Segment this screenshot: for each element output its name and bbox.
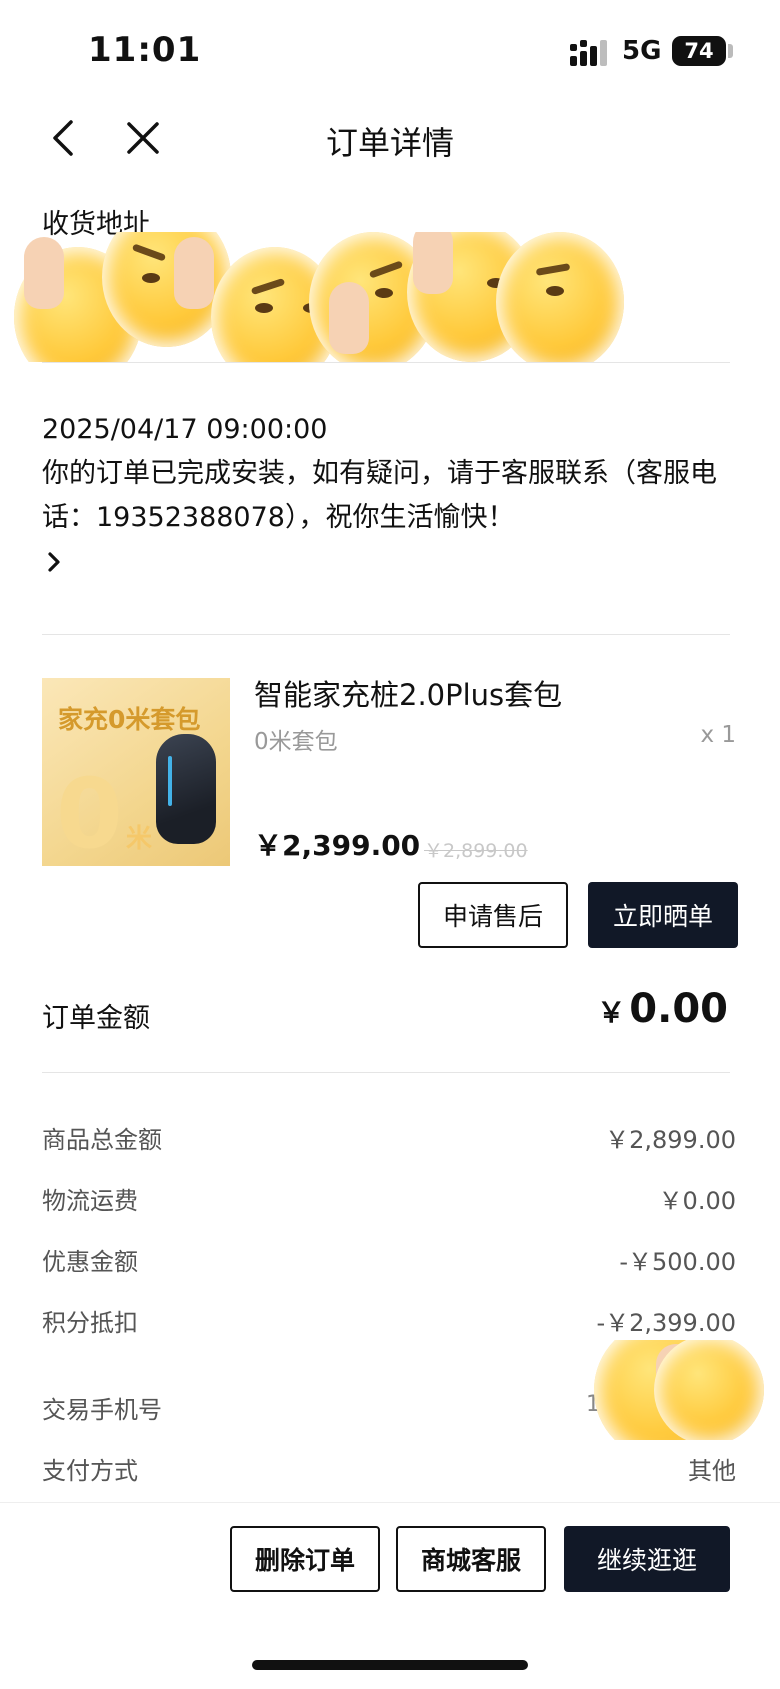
- page-title: 订单详情: [325, 124, 454, 162]
- summary-row-label: 优惠金额: [42, 1248, 138, 1276]
- summary-row-value: ￥2,899.00: [605, 1126, 736, 1154]
- battery-tip: [728, 44, 733, 58]
- order-notice: 2025/04/17 09:00:00 你的订单已完成安装，如有疑问，请于客服联…: [42, 408, 732, 540]
- product-variant: 0米套包: [254, 729, 338, 755]
- emoji-sticker: [495, 232, 624, 362]
- expand-notice-button[interactable]: [34, 542, 74, 582]
- summary-row-value: -￥2,399.00: [596, 1309, 736, 1337]
- product-quantity: x 1: [700, 722, 736, 748]
- mall-service-button[interactable]: 商城客服: [396, 1526, 546, 1592]
- summary-row-value: 其他: [688, 1457, 736, 1485]
- divider: [42, 1072, 730, 1073]
- order-amount-currency: ￥: [597, 996, 626, 1029]
- product-image-zero: 0: [56, 758, 123, 866]
- continue-shopping-button[interactable]: 继续逛逛: [564, 1526, 730, 1592]
- summary-row-value: ￥0.00: [658, 1187, 736, 1215]
- battery-icon: 74: [672, 36, 726, 66]
- order-amount-value: 0.00: [629, 986, 728, 1032]
- address-redaction-stickers: [14, 232, 624, 362]
- charger-illustration: [156, 734, 216, 844]
- product-price: ￥2,399.00: [254, 829, 421, 862]
- notice-datetime: 2025/04/17 09:00:00: [42, 414, 328, 445]
- order-amount: ￥ 0.00: [597, 986, 728, 1032]
- emoji-sticker: [654, 1340, 764, 1440]
- summary-row-label: 支付方式: [42, 1457, 138, 1485]
- product-image-unit: 米: [126, 824, 153, 854]
- summary-row-label: 商品总金额: [42, 1126, 162, 1154]
- phone-redaction-sticker: [584, 1340, 780, 1440]
- status-time: 11:01: [88, 30, 202, 70]
- summary-row-label: 物流运费: [42, 1187, 138, 1215]
- delete-order-button[interactable]: 删除订单: [230, 1526, 380, 1592]
- share-order-button[interactable]: 立即晒单: [588, 882, 738, 948]
- network-type: 5G: [622, 36, 662, 66]
- signal-icon: [570, 40, 607, 66]
- summary-row-label: 积分抵扣: [42, 1309, 138, 1337]
- summary-row-label: 交易手机号: [42, 1396, 162, 1424]
- battery-level: 74: [684, 39, 714, 63]
- after-sales-button[interactable]: 申请售后: [418, 882, 568, 948]
- chevron-right-icon: [48, 552, 60, 572]
- product-original-price: ￥2,899.00: [424, 840, 528, 862]
- home-indicator: [252, 1660, 528, 1670]
- product-name[interactable]: 智能家充桩2.0Plus套包: [254, 672, 562, 714]
- product-image[interactable]: 家充0米套包 0 米: [42, 678, 230, 866]
- notice-message: 你的订单已完成安装，如有疑问，请于客服联系（客服电话：19352388078），…: [42, 458, 717, 533]
- product-image-title: 家充0米套包: [58, 705, 201, 734]
- divider: [42, 634, 730, 635]
- order-amount-label: 订单金额: [42, 1003, 150, 1034]
- summary-row-value: -￥500.00: [619, 1248, 736, 1276]
- divider: [42, 362, 730, 363]
